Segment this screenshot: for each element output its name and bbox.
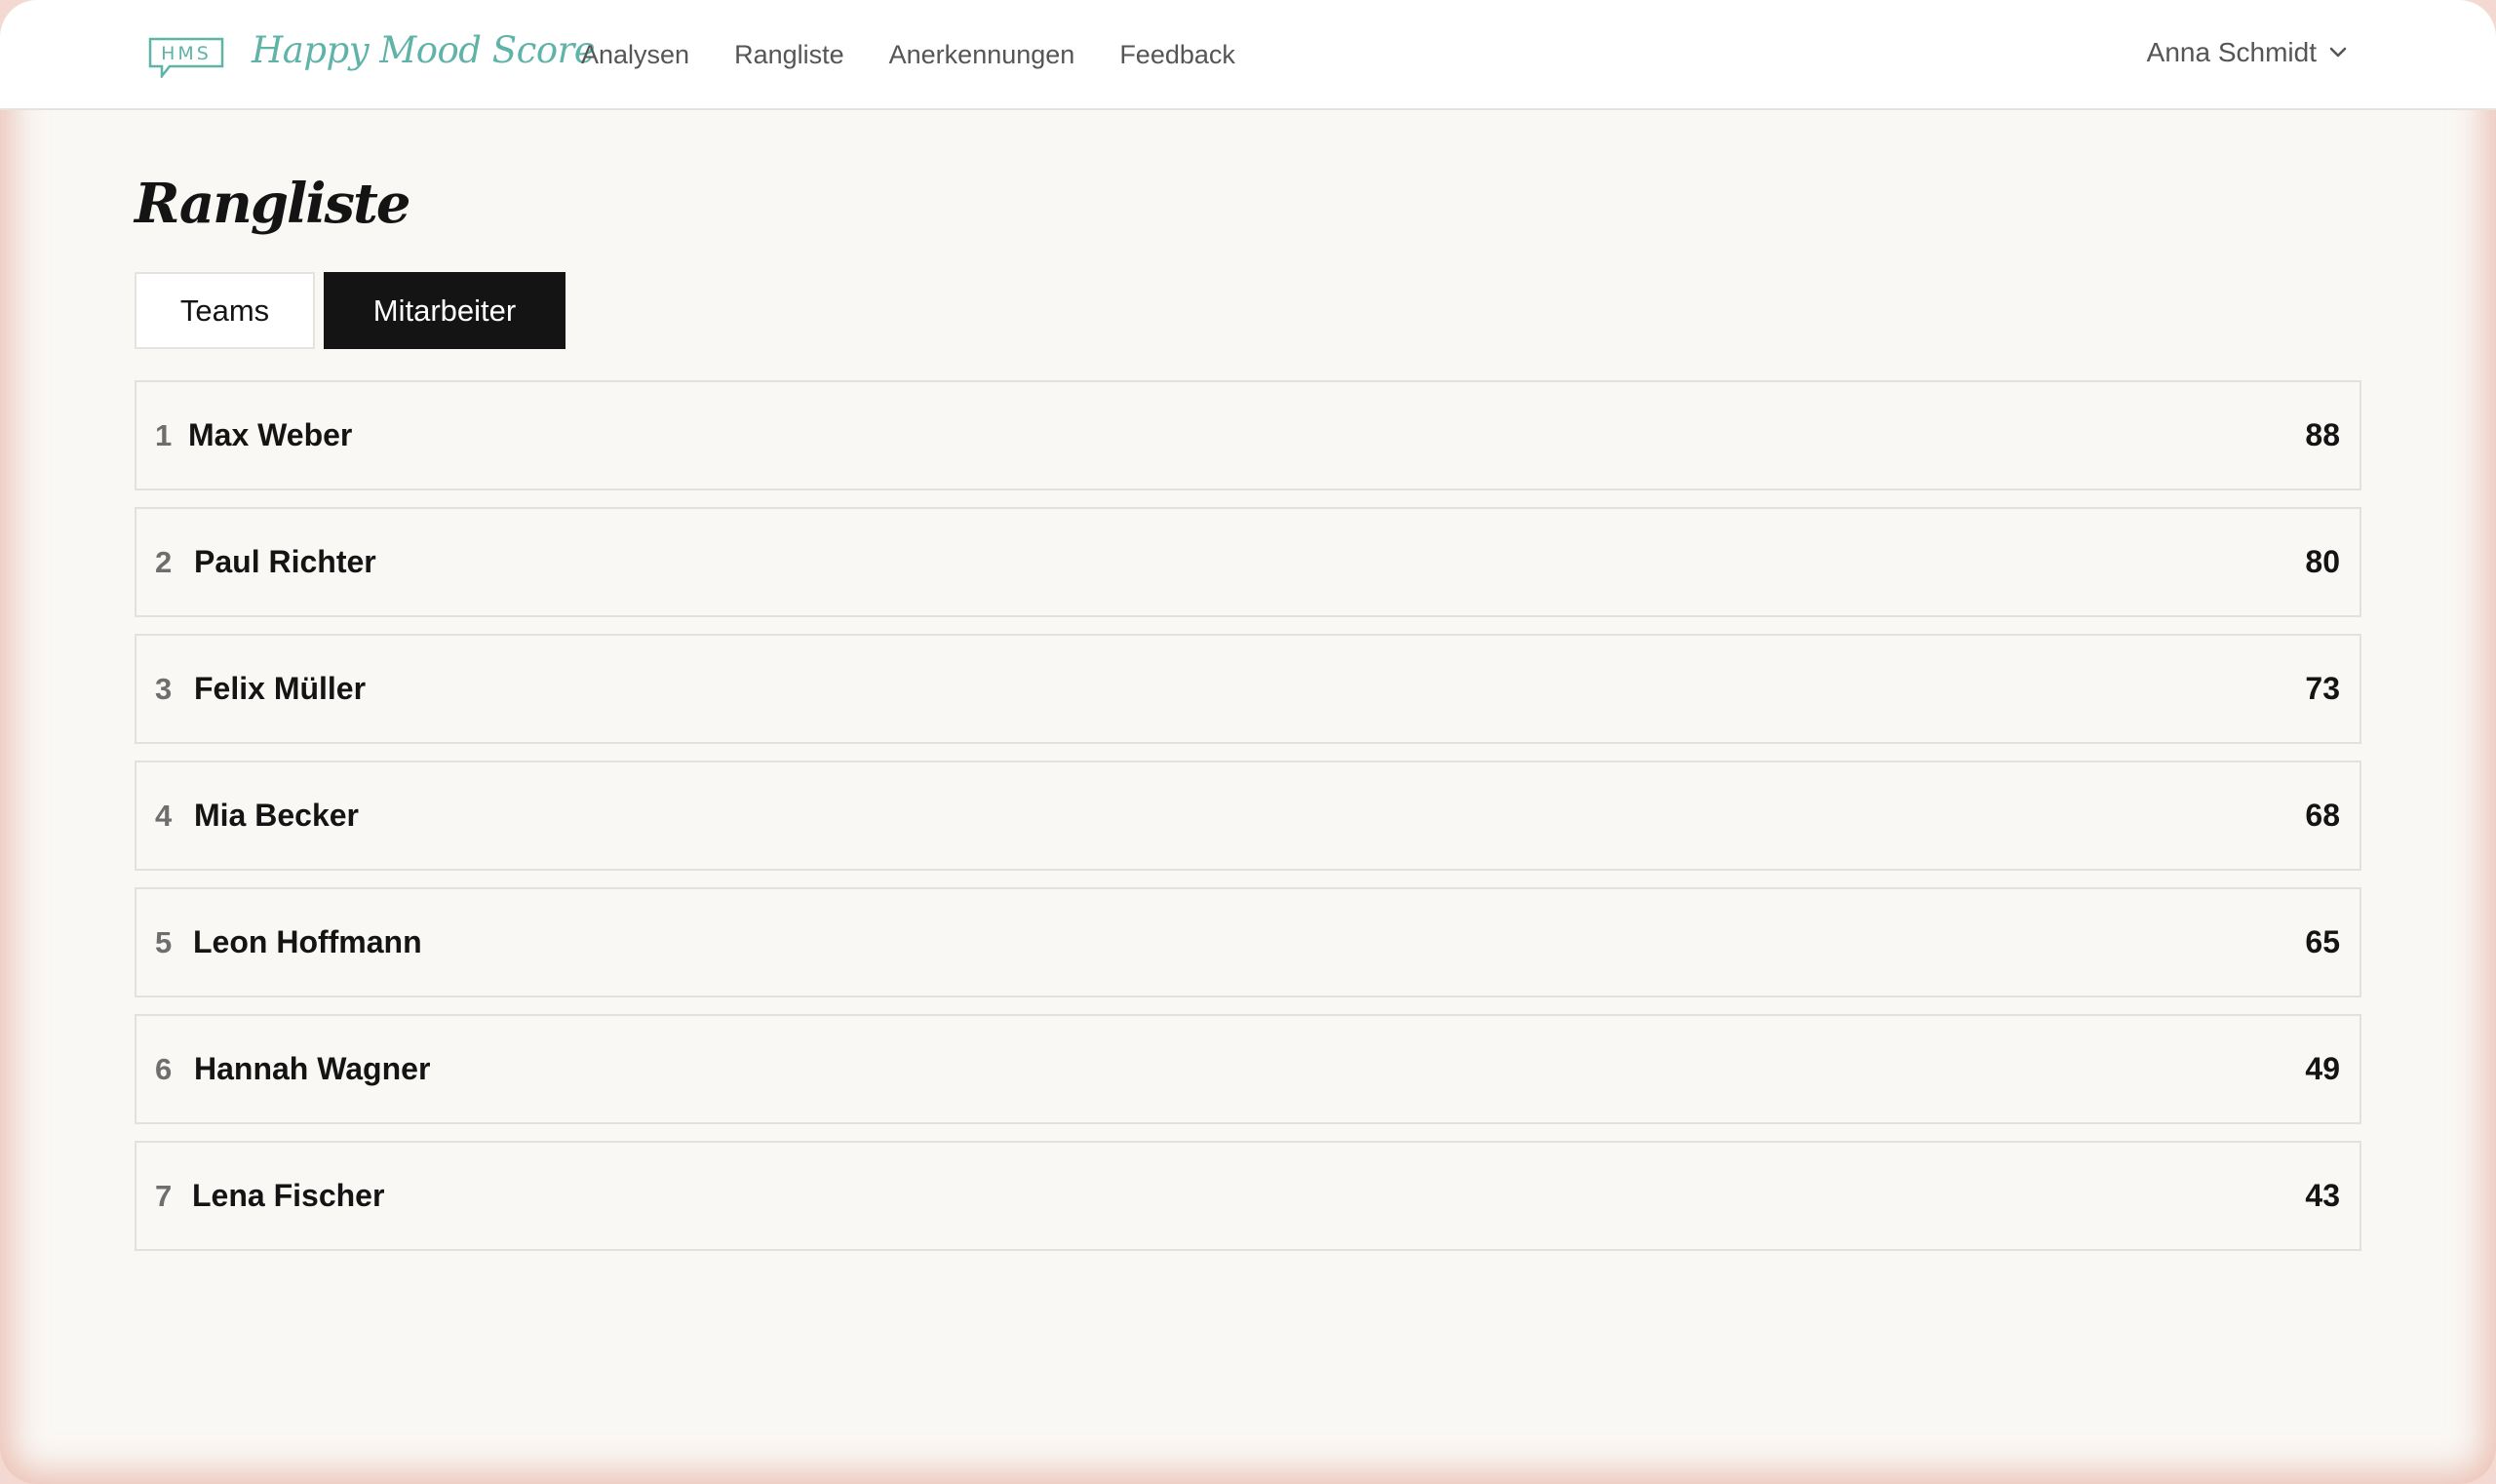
rank-number: 3 <box>155 671 173 706</box>
user-name: Anna Schmidt <box>2146 37 2317 67</box>
ranking-list: 1 Max Weber 88 2 Paul Richter 80 3 Felix… <box>135 380 2361 1268</box>
page-title: Rangliste <box>135 172 411 236</box>
employee-name: Mia Becker <box>194 798 359 833</box>
list-item: 2 Paul Richter 80 <box>135 507 2361 617</box>
list-item: 5 Leon Hoffmann 65 <box>135 887 2361 997</box>
employee-name: Lena Fischer <box>192 1178 385 1213</box>
tab-mitarbeiter[interactable]: Mitarbeiter <box>324 272 566 349</box>
hms-logo-icon[interactable]: HMS <box>148 37 224 78</box>
rank-number: 4 <box>155 798 173 833</box>
tab-teams[interactable]: Teams <box>135 272 315 349</box>
rank-number: 7 <box>155 1178 173 1213</box>
top-navbar: HMS Happy Mood Score Analysen Rangliste … <box>0 0 2496 110</box>
score-value: 49 <box>2305 1051 2340 1086</box>
rank-number: 6 <box>155 1051 173 1086</box>
employee-name: Hannah Wagner <box>194 1051 431 1086</box>
employee-name: Paul Richter <box>194 544 376 579</box>
nav-item-anerkennungen[interactable]: Anerkennungen <box>889 40 1075 70</box>
chevron-down-icon <box>2329 47 2347 58</box>
score-value: 88 <box>2305 417 2340 452</box>
rank-number: 2 <box>155 544 173 579</box>
list-item: 6 Hannah Wagner 49 <box>135 1014 2361 1124</box>
employee-name: Felix Müller <box>194 671 367 706</box>
user-menu[interactable]: Anna Schmidt <box>2147 37 2348 68</box>
score-value: 80 <box>2305 544 2340 579</box>
list-item: 7 Lena Fischer 43 <box>135 1141 2361 1251</box>
list-item: 4 Mia Becker 68 <box>135 761 2361 871</box>
score-value: 68 <box>2305 798 2340 833</box>
nav-item-feedback[interactable]: Feedback <box>1119 40 1235 70</box>
list-item: 3 Felix Müller 73 <box>135 634 2361 744</box>
nav-item-rangliste[interactable]: Rangliste <box>734 40 844 70</box>
rank-number: 5 <box>155 924 173 959</box>
score-value: 73 <box>2305 671 2340 706</box>
score-value: 43 <box>2305 1178 2340 1213</box>
employee-name: Leon Hoffmann <box>193 924 422 959</box>
score-value: 65 <box>2305 924 2340 959</box>
brand-name[interactable]: Happy Mood Score <box>252 29 596 71</box>
main-nav: Analysen Rangliste Anerkennungen Feedbac… <box>581 40 1235 70</box>
ranking-tabs: Teams Mitarbeiter <box>135 272 566 349</box>
rank-number: 1 <box>155 417 173 452</box>
list-item: 1 Max Weber 88 <box>135 380 2361 490</box>
nav-item-analysen[interactable]: Analysen <box>581 40 689 70</box>
logo-text: HMS <box>161 43 212 64</box>
employee-name: Max Weber <box>188 417 353 452</box>
app-window: HMS Happy Mood Score Analysen Rangliste … <box>0 0 2496 1484</box>
